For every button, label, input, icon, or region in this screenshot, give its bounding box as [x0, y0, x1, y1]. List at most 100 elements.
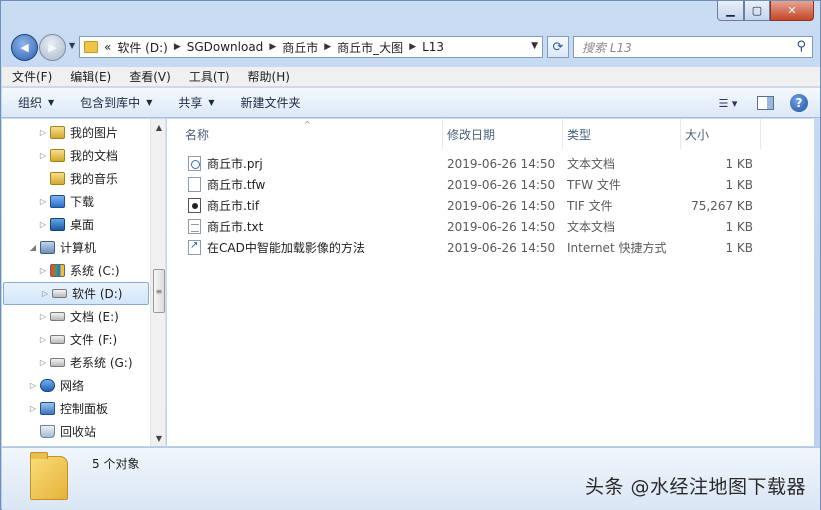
search-icon[interactable]: ⚲: [796, 39, 806, 54]
breadcrumb-item[interactable]: 商丘市: [282, 39, 318, 56]
tree-item[interactable]: ▷ 我的文档: [2, 144, 150, 167]
expand-arrow-icon[interactable]: ▷: [38, 220, 48, 229]
folder-icon: [30, 452, 68, 500]
expand-arrow-icon[interactable]: ▷: [38, 335, 48, 344]
file-tif-icon: [188, 198, 201, 213]
file-row[interactable]: 商丘市.prj 2019-06-26 14:50 文本文档 1 KB: [167, 153, 807, 174]
breadcrumb-item[interactable]: 软件 (D:): [117, 39, 167, 56]
column-name-label: 名称: [185, 127, 210, 142]
column-size-label: 大小: [685, 127, 710, 142]
close-button[interactable]: ✕: [770, 1, 814, 21]
tree-item[interactable]: ▷ 桌面: [2, 213, 150, 236]
column-name[interactable]: 名称: [181, 119, 443, 149]
expand-arrow-icon[interactable]: ▷: [38, 358, 48, 367]
file-type: TIF 文件: [567, 199, 613, 213]
tree-item-label: 桌面: [70, 218, 95, 232]
back-button[interactable]: ◀: [11, 34, 38, 61]
expand-arrow-icon[interactable]: ▷: [38, 266, 48, 275]
new-folder-button[interactable]: 新建文件夹: [241, 94, 301, 111]
scroll-down-icon[interactable]: ▼: [151, 430, 165, 446]
tree-item[interactable]: ▷ 老系统 (G:): [2, 351, 150, 374]
breadcrumb-separator-icon[interactable]: ▶: [269, 42, 276, 52]
expand-arrow-icon[interactable]: ▷: [28, 381, 38, 390]
view-tools: ☰ ▾ ?: [699, 94, 808, 112]
scroll-up-icon[interactable]: ▲: [151, 119, 165, 135]
menu-file[interactable]: 文件(F): [12, 68, 52, 85]
change-view-icon[interactable]: ☰ ▾: [715, 94, 741, 112]
tree-item-label: 网络: [60, 379, 85, 393]
breadcrumb-separator-icon[interactable]: ▶: [409, 42, 416, 52]
file-row[interactable]: 商丘市.txt 2019-06-26 14:50 文本文档 1 KB: [167, 216, 807, 237]
tree-item[interactable]: ▷ 下载: [2, 190, 150, 213]
menu-view[interactable]: 查看(V): [129, 68, 171, 85]
search-input[interactable]: 搜索 L13 ⚲: [573, 36, 813, 58]
file-url-icon: [188, 240, 201, 255]
file-name: 商丘市.tif: [207, 199, 260, 213]
minimize-button[interactable]: ▁: [717, 1, 744, 21]
share-button[interactable]: 共享 ▼: [178, 94, 214, 111]
breadcrumb-item[interactable]: SGDownload: [187, 40, 264, 54]
column-date[interactable]: 修改日期: [443, 119, 563, 149]
file-size: 75,267 KB: [691, 198, 753, 213]
column-type[interactable]: 类型: [563, 119, 681, 149]
file-type: TFW 文件: [567, 178, 621, 192]
help-icon[interactable]: ?: [790, 94, 808, 112]
file-date: 2019-06-26 14:50: [447, 177, 556, 192]
file-date: 2019-06-26 14:50: [447, 219, 556, 234]
file-name: 商丘市.txt: [207, 220, 264, 234]
organize-button[interactable]: 组织 ▼: [18, 94, 54, 111]
menu-help[interactable]: 帮助(H): [248, 68, 290, 85]
downloads-icon: [50, 195, 65, 208]
expand-arrow-icon[interactable]: ▷: [38, 312, 48, 321]
expand-arrow-icon[interactable]: ◢: [28, 243, 38, 252]
file-list: 名称 ^ 修改日期 类型 大小 商丘市.prj 2019-06-26 14:50 文…: [167, 119, 814, 446]
nav-pane-scrollbar[interactable]: ▲ ≡ ▼: [150, 119, 165, 446]
preview-pane-icon[interactable]: [757, 96, 774, 110]
expand-arrow-icon[interactable]: ▷: [38, 128, 48, 137]
tree-item[interactable]: ▷ 文档 (E:): [2, 305, 150, 328]
breadcrumb-separator-icon[interactable]: ▶: [174, 42, 181, 52]
address-dropdown-icon[interactable]: ▼: [531, 41, 538, 51]
expand-arrow-icon[interactable]: ▷: [40, 289, 50, 298]
file-row[interactable]: 商丘市.tif 2019-06-26 14:50 TIF 文件 75,267 KB: [167, 195, 807, 216]
breadcrumb-item[interactable]: 商丘市_大图: [337, 39, 403, 56]
chevron-down-icon: ▼: [208, 98, 215, 107]
tree-item[interactable]: ▷ 系统 (C:): [2, 259, 150, 282]
column-size[interactable]: 大小: [681, 119, 761, 149]
forward-button[interactable]: ▶: [39, 34, 66, 61]
tree-item-label: 文档 (E:): [70, 310, 119, 324]
include-in-library-button[interactable]: 包含到库中 ▼: [80, 94, 152, 111]
column-type-label: 类型: [567, 127, 592, 142]
file-row[interactable]: 在CAD中智能加载影像的方法 2019-06-26 14:50 Internet 快…: [167, 237, 807, 258]
network-icon: [40, 379, 55, 392]
tree-item[interactable]: ▷ 我的图片: [2, 121, 150, 144]
window-controls: ▁ ▢ ✕: [717, 1, 814, 21]
tree-item[interactable]: 我的音乐: [2, 167, 150, 190]
breadcrumb-item[interactable]: L13: [422, 40, 444, 54]
file-name: 商丘市.prj: [207, 157, 263, 171]
expand-arrow-icon[interactable]: ▷: [28, 404, 38, 413]
file-blank-icon: [188, 177, 201, 192]
tree-item-label: 计算机: [60, 241, 97, 255]
tree-item[interactable]: ▷ 控制面板: [2, 397, 150, 420]
tree-item[interactable]: ▷ 文件 (F:): [2, 328, 150, 351]
menu-tools[interactable]: 工具(T): [189, 68, 230, 85]
scroll-thumb[interactable]: ≡: [153, 269, 165, 313]
breadcrumb-overflow[interactable]: «: [104, 40, 111, 54]
tree-item[interactable]: ▷ 网络: [2, 374, 150, 397]
refresh-button[interactable]: ⟳: [547, 36, 569, 58]
tree-item[interactable]: 回收站: [2, 420, 150, 443]
file-row[interactable]: 商丘市.tfw 2019-06-26 14:50 TFW 文件 1 KB: [167, 174, 807, 195]
tree-item[interactable]: ◢ 计算机: [2, 236, 150, 259]
expand-arrow-icon[interactable]: ▷: [38, 151, 48, 160]
address-bar[interactable]: « 软件 (D:) ▶ SGDownload ▶ 商丘市 ▶ 商丘市_大图 ▶ …: [79, 36, 543, 58]
file-txt-icon: [188, 219, 201, 234]
recent-pages-dropdown[interactable]: ▼: [69, 41, 75, 50]
menu-edit[interactable]: 编辑(E): [70, 68, 111, 85]
drive-icon: [50, 335, 65, 344]
expand-arrow-icon[interactable]: ▷: [38, 197, 48, 206]
library-icon: [50, 172, 65, 185]
tree-item[interactable]: ▷ 软件 (D:): [3, 282, 149, 305]
breadcrumb-separator-icon[interactable]: ▶: [324, 42, 331, 52]
maximize-button[interactable]: ▢: [744, 1, 770, 21]
